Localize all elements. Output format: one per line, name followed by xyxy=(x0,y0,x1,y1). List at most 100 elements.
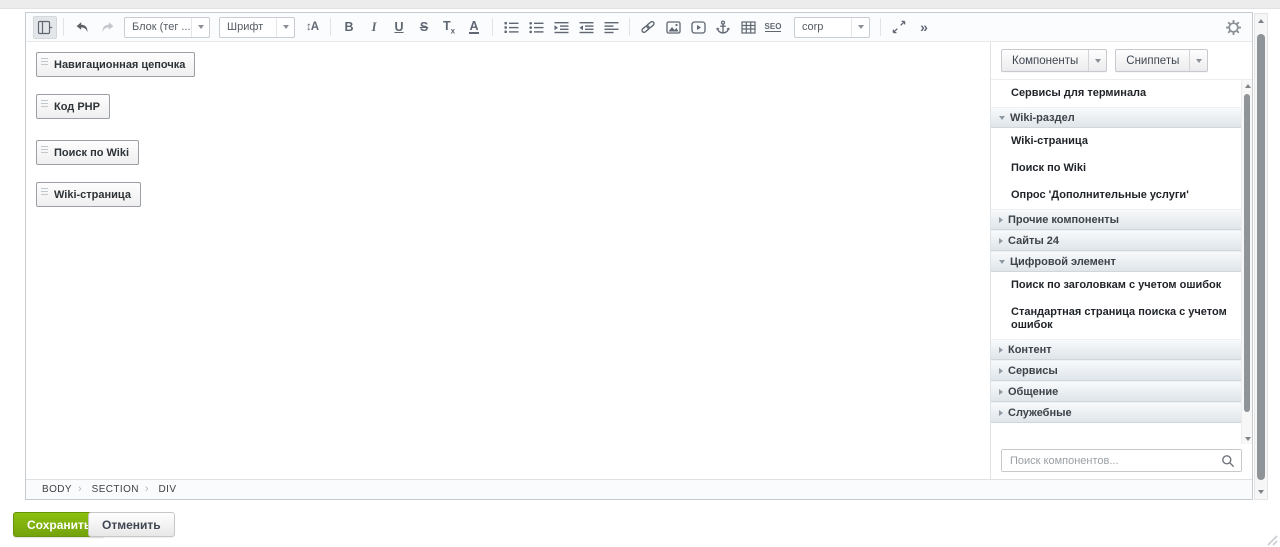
category-wiki-section[interactable]: Wiki-раздел xyxy=(991,107,1241,128)
clear-format-button[interactable]: Tx xyxy=(437,16,461,39)
block-tag-select[interactable]: Блок (тег ... xyxy=(124,17,210,38)
chevron-collapsed-icon xyxy=(999,347,1003,353)
scroll-up-icon[interactable] xyxy=(1242,80,1252,91)
font-family-select[interactable]: Шрифт xyxy=(219,17,295,38)
insert-video-button[interactable] xyxy=(686,16,710,39)
fullscreen-icon xyxy=(892,20,906,34)
undo-button[interactable] xyxy=(70,16,94,39)
edit-canvas[interactable]: Навигационная цепочка Код PHP Поиск по W… xyxy=(26,42,990,479)
drag-handle-icon xyxy=(41,186,48,197)
chevron-down-icon[interactable] xyxy=(1088,50,1106,71)
canvas-block-breadcrumb-component[interactable]: Навигационная цепочка xyxy=(36,52,195,77)
table-icon xyxy=(741,21,756,34)
outdent-button[interactable] xyxy=(574,16,598,39)
category-digital-element[interactable]: Цифровой элемент xyxy=(991,251,1241,272)
undo-icon xyxy=(75,21,90,34)
component-item[interactable]: Поиск по Wiki xyxy=(991,155,1241,182)
breadcrumb-tag-section[interactable]: SECTION xyxy=(86,484,145,495)
canvas-block-wiki-page[interactable]: Wiki-страница xyxy=(36,182,141,207)
components-list-scrollbar[interactable] xyxy=(1241,80,1252,444)
category-other-components[interactable]: Прочие компоненты xyxy=(991,209,1241,230)
chevron-down-icon[interactable] xyxy=(1189,50,1207,71)
bold-button[interactable]: B xyxy=(337,16,361,39)
page-scrollbar[interactable] xyxy=(1254,13,1268,500)
category-services[interactable]: Сервисы xyxy=(991,360,1241,381)
scrollbar-thumb[interactable] xyxy=(1244,94,1250,412)
underline-button[interactable]: U xyxy=(387,16,411,39)
breadcrumb-tag-div[interactable]: DIV xyxy=(153,484,183,495)
category-content[interactable]: Контент xyxy=(991,339,1241,360)
editor-settings-button[interactable] xyxy=(1221,16,1245,39)
scroll-down-icon[interactable] xyxy=(1255,485,1267,499)
component-item[interactable]: Стандартная страница поиска с учетом оши… xyxy=(991,299,1241,339)
chevron-collapsed-icon xyxy=(999,389,1003,395)
editor-toolbar: Блок (тег ... Шрифт ↕A B I U S Tx A xyxy=(26,13,1252,42)
clear-format-icon: Tx xyxy=(443,19,455,36)
insert-link-button[interactable] xyxy=(636,16,660,39)
text-color-button[interactable]: A xyxy=(462,16,486,39)
insert-table-button[interactable] xyxy=(736,16,760,39)
canvas-block-label: Wiki-страница xyxy=(54,189,131,201)
chevron-right-icon: › xyxy=(145,483,153,497)
drag-handle-icon xyxy=(41,56,48,67)
redo-button[interactable] xyxy=(95,16,119,39)
canvas-block-label: Код PHP xyxy=(54,101,100,113)
chevron-expanded-icon xyxy=(999,116,1005,120)
chevron-expanded-icon xyxy=(999,260,1005,264)
toolbar-separator xyxy=(63,18,64,36)
drag-handle-icon xyxy=(41,98,48,109)
align-button[interactable] xyxy=(599,16,623,39)
strikethrough-icon: S xyxy=(420,20,428,34)
component-item[interactable]: Сервисы для терминала xyxy=(991,80,1241,107)
components-panel-toggle-button[interactable] xyxy=(33,16,57,39)
cancel-button[interactable]: Отменить xyxy=(88,512,175,537)
font-size-icon: ↕A xyxy=(306,21,318,33)
components-list: Сервисы для терминала Wiki-раздел Wiki-с… xyxy=(991,80,1241,444)
canvas-block-wiki-search[interactable]: Поиск по Wiki xyxy=(36,140,139,165)
canvas-block-php-code[interactable]: Код PHP xyxy=(36,94,110,119)
scrollbar-thumb[interactable] xyxy=(1257,34,1265,480)
components-list-wrap: Сервисы для терминала Wiki-раздел Wiki-с… xyxy=(991,79,1252,444)
chevron-collapsed-icon xyxy=(999,368,1003,374)
italic-button[interactable]: I xyxy=(362,16,386,39)
link-icon xyxy=(640,20,656,34)
snippets-tab-button[interactable]: Сниппеты xyxy=(1115,49,1208,72)
chevron-collapsed-icon xyxy=(999,238,1003,244)
strikethrough-button[interactable]: S xyxy=(412,16,436,39)
scroll-up-icon[interactable] xyxy=(1255,14,1267,28)
double-chevron-right-icon: » xyxy=(920,19,928,35)
image-icon xyxy=(666,21,681,34)
sidebar-tabs: Компоненты Сниппеты xyxy=(991,42,1252,79)
font-size-button[interactable]: ↕A xyxy=(300,16,324,39)
component-item[interactable]: Поиск по заголовкам с учетом ошибок xyxy=(991,272,1241,299)
component-search-area xyxy=(991,444,1252,479)
breadcrumb-tag-body[interactable]: BODY xyxy=(36,484,78,495)
gear-icon xyxy=(1226,20,1241,35)
indent-button[interactable] xyxy=(549,16,573,39)
components-panel-icon xyxy=(37,20,53,35)
italic-icon: I xyxy=(372,20,377,35)
fullscreen-button[interactable] xyxy=(887,16,911,39)
site-template-select[interactable]: corp xyxy=(794,17,870,38)
bullet-list-icon xyxy=(529,21,544,34)
category-sites24[interactable]: Сайты 24 xyxy=(991,230,1241,251)
components-tab-button[interactable]: Компоненты xyxy=(1001,49,1107,72)
category-communication[interactable]: Общение xyxy=(991,381,1241,402)
ordered-list-button[interactable] xyxy=(499,16,523,39)
toolbar-separator xyxy=(629,18,630,36)
bullet-list-button[interactable] xyxy=(524,16,548,39)
site-template-select-value: corp xyxy=(802,21,823,33)
insert-image-button[interactable] xyxy=(661,16,685,39)
more-tools-button[interactable]: » xyxy=(912,16,936,39)
component-search-input[interactable] xyxy=(1002,450,1241,471)
resize-grip-icon[interactable] xyxy=(1263,531,1278,546)
align-left-icon xyxy=(604,21,619,34)
category-utility[interactable]: Служебные xyxy=(991,402,1241,423)
scroll-down-icon[interactable] xyxy=(1242,433,1252,444)
seo-button[interactable]: SEO xyxy=(761,16,785,39)
chevron-right-icon: › xyxy=(78,483,86,497)
toolbar-separator xyxy=(492,18,493,36)
component-item[interactable]: Опрос 'Дополнительные услуги' xyxy=(991,182,1241,209)
component-item[interactable]: Wiki-страница xyxy=(991,128,1241,155)
insert-anchor-button[interactable] xyxy=(711,16,735,39)
